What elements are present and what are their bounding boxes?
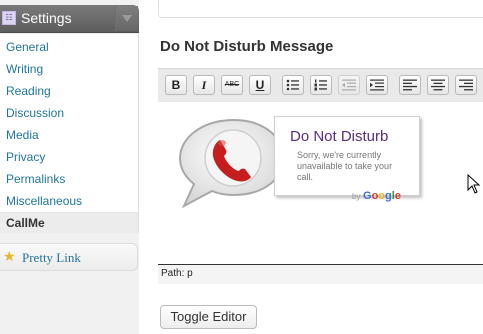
mouse-cursor-icon xyxy=(467,174,481,194)
submenu-item-privacy[interactable]: Privacy xyxy=(0,146,138,168)
align-right-button[interactable] xyxy=(455,75,477,95)
do-not-disturb-image: Do Not Disturb Sorry, we're currently un… xyxy=(176,116,420,208)
align-center-button[interactable] xyxy=(427,75,449,95)
chevron-down-icon xyxy=(122,15,132,22)
settings-submenu: General Writing Reading Discussion Media… xyxy=(0,34,139,234)
bulleted-list-button[interactable] xyxy=(282,75,304,95)
numbered-list-button[interactable] xyxy=(310,75,332,95)
dnd-title: Do Not Disturb xyxy=(290,128,389,145)
submenu-item-callme[interactable]: CallMe xyxy=(0,212,138,234)
align-left-button[interactable] xyxy=(399,75,421,95)
bold-button[interactable]: B xyxy=(165,75,187,95)
submenu-item-reading[interactable]: Reading xyxy=(0,80,138,102)
admin-sidebar: ☷ Settings General Writing Reading Discu… xyxy=(0,0,139,334)
toggle-editor-button[interactable]: Toggle Editor xyxy=(160,305,257,329)
editor-toolbar: B I ABC U xyxy=(158,68,483,102)
phone-speech-bubble-icon xyxy=(178,118,286,208)
sidebar-separator xyxy=(0,233,139,241)
submenu-item-miscellaneous[interactable]: Miscellaneous xyxy=(0,190,138,212)
dnd-by-label: by xyxy=(352,192,361,201)
align-center-icon xyxy=(431,79,445,91)
submenu-item-general[interactable]: General xyxy=(0,36,138,58)
submenu-item-media[interactable]: Media xyxy=(0,124,138,146)
menu-collapse-toggle[interactable] xyxy=(115,6,138,31)
star-icon: ★ xyxy=(3,249,16,265)
settings-menu-title: Settings xyxy=(21,10,72,26)
align-right-icon xyxy=(459,79,473,91)
italic-button[interactable]: I xyxy=(193,75,215,95)
submenu-item-permalinks[interactable]: Permalinks xyxy=(0,168,138,190)
submenu-item-discussion[interactable]: Discussion xyxy=(0,102,138,124)
editor-content-area[interactable]: Do Not Disturb Sorry, we're currently un… xyxy=(158,102,483,264)
previous-field-box xyxy=(158,0,483,18)
underline-button[interactable]: U xyxy=(249,75,271,95)
sidebar-item-label: Pretty Link xyxy=(22,250,81,265)
strikethrough-button[interactable]: ABC xyxy=(221,75,243,95)
outdent-button[interactable] xyxy=(338,75,360,95)
outdent-icon xyxy=(342,79,356,91)
bullet-list-icon xyxy=(286,79,299,91)
submenu-item-writing[interactable]: Writing xyxy=(0,58,138,80)
section-title: Do Not Disturb Message xyxy=(160,38,334,55)
editor-status-bar: Path: p xyxy=(158,264,483,284)
google-logo: Google xyxy=(363,190,401,202)
dnd-description: Sorry, we're currently unavailable to ta… xyxy=(297,150,393,182)
sidebar-item-pretty-link[interactable]: ★ Pretty Link xyxy=(0,243,138,271)
indent-button[interactable] xyxy=(366,75,388,95)
align-left-icon xyxy=(403,79,417,91)
indent-icon xyxy=(370,79,384,91)
settings-menu-header[interactable]: ☷ Settings xyxy=(0,5,139,33)
element-path: Path: p xyxy=(161,268,193,279)
numbered-list-icon xyxy=(314,79,327,91)
settings-icon: ☷ xyxy=(2,11,16,25)
